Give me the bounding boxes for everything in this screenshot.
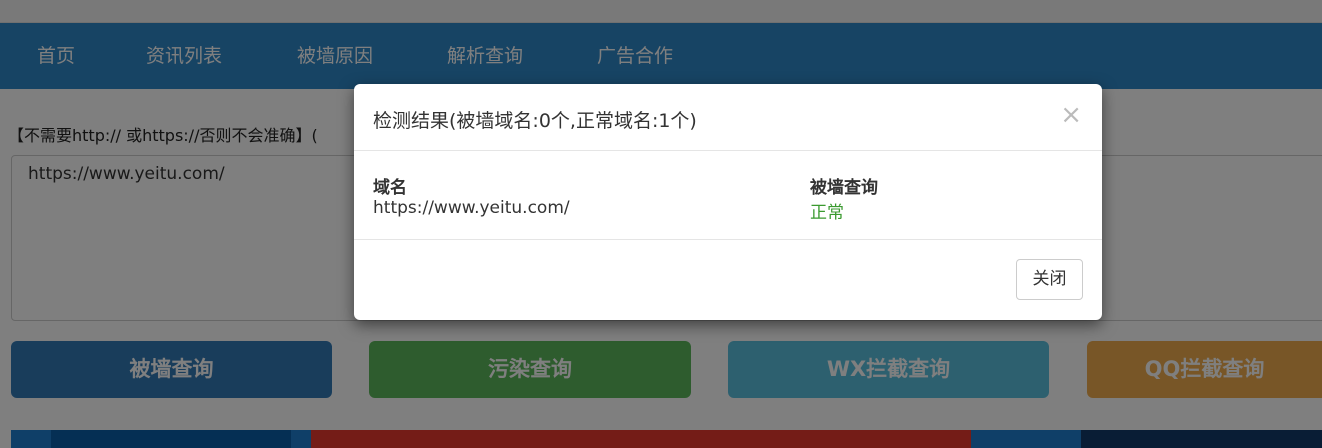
dialog-title: 检测结果(被墙域名:0个,正常域名:1个) xyxy=(373,110,697,132)
status-column-header: 被墙查询 xyxy=(810,178,878,198)
domain-value: https://www.yeitu.com/ xyxy=(373,198,570,218)
close-icon[interactable]: × xyxy=(1060,102,1082,128)
status-value: 正常 xyxy=(810,203,844,223)
dialog-body: 域名 https://www.yeitu.com/ 被墙查询 正常 xyxy=(354,151,1102,240)
close-button[interactable]: 关闭 xyxy=(1016,259,1083,300)
result-dialog: 检测结果(被墙域名:0个,正常域名:1个) × 域名 https://www.y… xyxy=(354,84,1102,320)
dialog-header: 检测结果(被墙域名:0个,正常域名:1个) × xyxy=(354,84,1102,151)
dialog-footer: 关闭 xyxy=(354,240,1102,320)
domain-column-header: 域名 xyxy=(373,178,407,198)
